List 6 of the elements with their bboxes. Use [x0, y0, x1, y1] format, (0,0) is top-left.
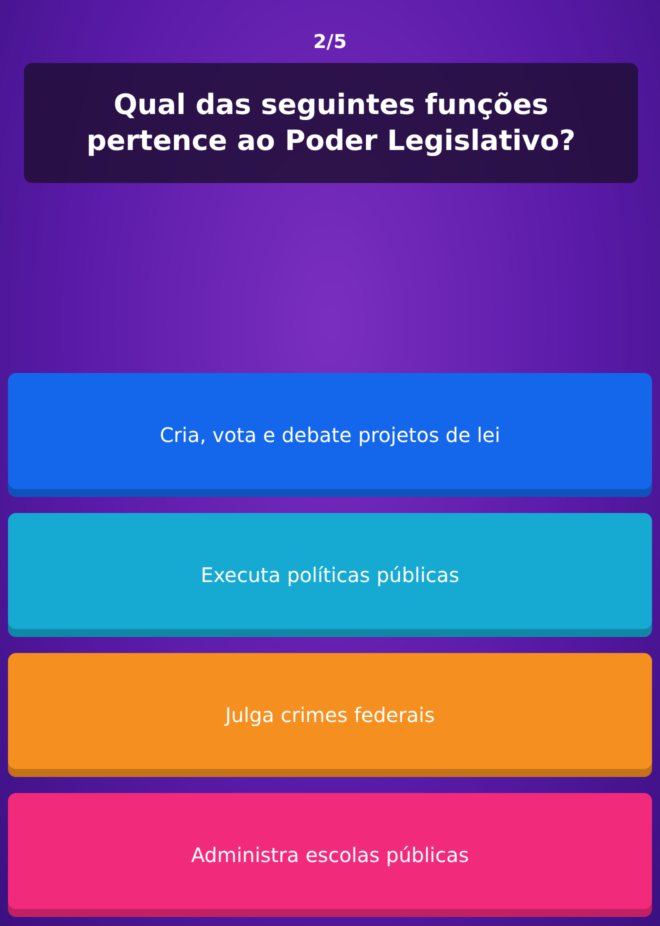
question-counter: 2/5	[313, 31, 347, 53]
answer-button[interactable]: Administra escolas públicas	[8, 793, 652, 918]
answer-button[interactable]: Cria, vota e debate projetos de lei	[8, 373, 652, 498]
answer-button[interactable]: Executa políticas públicas	[8, 513, 652, 638]
answer-button[interactable]: Julga crimes federais	[8, 653, 652, 778]
question-text: Qual das seguintes funções pertence ao Poder Legislativo?	[24, 62, 638, 184]
